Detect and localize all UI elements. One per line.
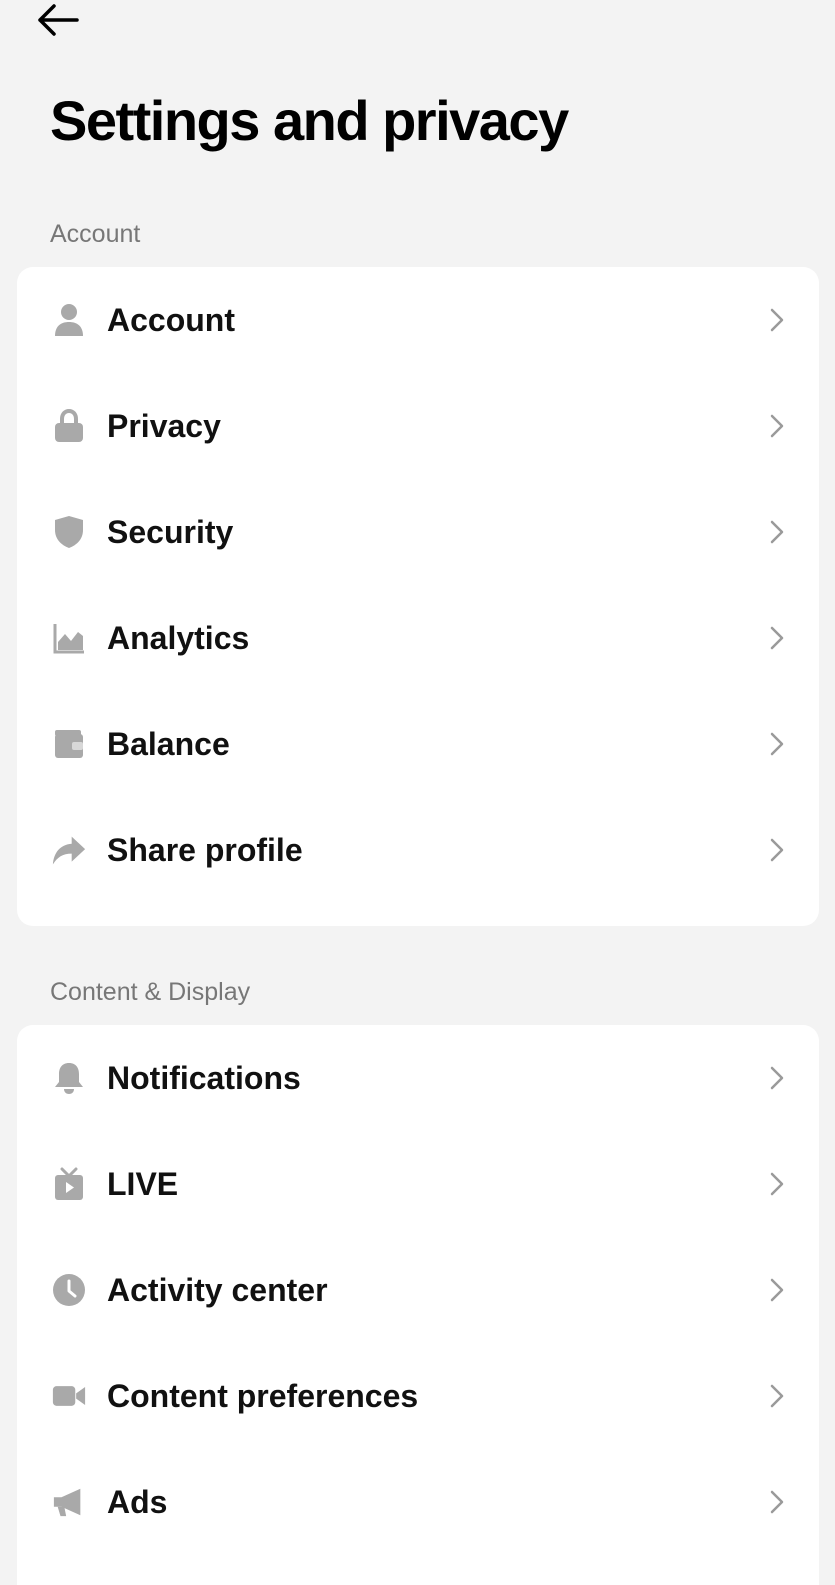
- menu-item-balance[interactable]: Balance: [17, 691, 819, 797]
- account-settings-card: Account Privacy Security Analytics Balan…: [17, 267, 819, 926]
- shield-icon: [52, 515, 86, 549]
- content-display-card: Notifications LIVE Activity center Conte…: [17, 1025, 819, 1585]
- menu-item-security[interactable]: Security: [17, 479, 819, 585]
- chart-icon: [52, 621, 86, 655]
- menu-item-account[interactable]: Account: [17, 267, 819, 373]
- menu-item-notifications[interactable]: Notifications: [17, 1025, 819, 1131]
- clock-icon: [52, 1273, 86, 1307]
- wallet-icon: [52, 727, 86, 761]
- chevron-right-icon: [767, 411, 787, 441]
- chevron-right-icon: [767, 1487, 787, 1517]
- menu-item-live[interactable]: LIVE: [17, 1131, 819, 1237]
- section-header-content-display: Content & Display: [50, 978, 251, 1006]
- page-title: Settings and privacy: [50, 89, 569, 152]
- menu-item-label: Analytics: [107, 619, 250, 656]
- menu-item-label: Activity center: [107, 1271, 328, 1308]
- video-camera-icon: [52, 1379, 86, 1413]
- menu-item-label: Account: [107, 301, 235, 338]
- chevron-right-icon: [767, 517, 787, 547]
- chevron-right-icon: [767, 623, 787, 653]
- chevron-right-icon: [767, 1169, 787, 1199]
- menu-item-share-profile[interactable]: Share profile: [17, 797, 819, 903]
- arrow-left-icon: [38, 4, 79, 36]
- lock-icon: [52, 409, 86, 443]
- menu-item-label: Security: [107, 513, 234, 550]
- chevron-right-icon: [767, 305, 787, 335]
- chevron-right-icon: [767, 1381, 787, 1411]
- menu-item-content-preferences[interactable]: Content preferences: [17, 1343, 819, 1449]
- menu-item-label: Ads: [107, 1483, 168, 1520]
- share-icon: [52, 833, 86, 867]
- menu-item-label: Privacy: [107, 407, 221, 444]
- section-header-account: Account: [50, 220, 141, 248]
- menu-item-ads[interactable]: Ads: [17, 1449, 819, 1555]
- menu-item-label: Balance: [107, 725, 230, 762]
- bell-icon: [52, 1061, 86, 1095]
- megaphone-icon: [52, 1485, 86, 1519]
- tv-icon: [52, 1167, 86, 1201]
- menu-item-label: Share profile: [107, 831, 303, 868]
- chevron-right-icon: [767, 729, 787, 759]
- menu-item-label: LIVE: [107, 1165, 179, 1202]
- chevron-right-icon: [767, 1063, 787, 1093]
- person-icon: [52, 303, 86, 337]
- chevron-right-icon: [767, 1275, 787, 1305]
- menu-item-privacy[interactable]: Privacy: [17, 373, 819, 479]
- menu-item-label: Notifications: [107, 1059, 301, 1096]
- menu-item-label: Content preferences: [107, 1377, 419, 1414]
- chevron-right-icon: [767, 835, 787, 865]
- menu-item-analytics[interactable]: Analytics: [17, 585, 819, 691]
- back-button[interactable]: [30, 0, 84, 40]
- menu-item-activity-center[interactable]: Activity center: [17, 1237, 819, 1343]
